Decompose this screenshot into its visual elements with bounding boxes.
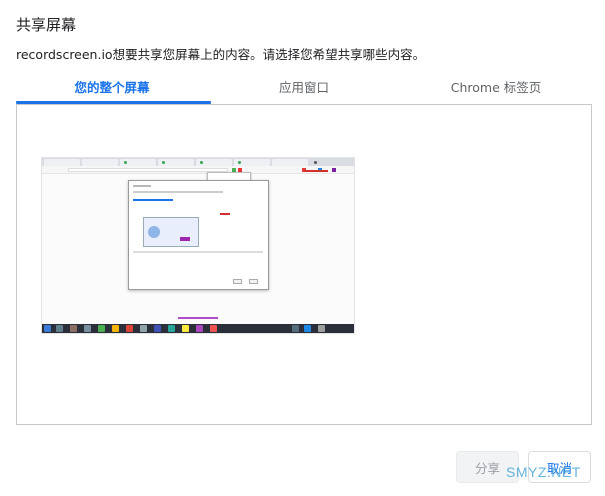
thumb-favicon — [124, 161, 127, 164]
thumb-tab — [272, 159, 308, 166]
screen-thumbnail[interactable] — [41, 157, 355, 334]
tab-application-window[interactable]: 应用窗口 — [208, 76, 400, 104]
thumb-taskbar-icon — [98, 325, 105, 332]
thumb-mini-button — [233, 279, 242, 284]
thumb-share-dialog — [128, 180, 269, 290]
thumb-taskbar-icon — [84, 325, 91, 332]
thumb-taskbar-icon — [182, 325, 189, 332]
thumb-tray-icon — [304, 325, 311, 332]
thumb-red-mark — [220, 213, 230, 215]
thumb-avatar — [148, 226, 160, 238]
dialog-title: 共享屏幕 — [16, 16, 77, 34]
tab-entire-screen[interactable]: 您的整个屏幕 — [16, 76, 208, 104]
thumb-taskbar-icon — [56, 325, 63, 332]
thumb-favicon — [314, 161, 317, 164]
source-list-panel — [16, 104, 592, 425]
thumb-taskbar-icon — [210, 325, 217, 332]
thumb-tab — [82, 159, 118, 166]
thumb-tray-icon — [292, 325, 299, 332]
thumb-tab — [44, 159, 80, 166]
thumb-tab-indicator — [133, 199, 173, 201]
thumb-taskbar-icon — [70, 325, 77, 332]
thumb-taskbar — [42, 324, 354, 333]
thumb-taskbar-icon — [154, 325, 161, 332]
share-screen-dialog: 共享屏幕 recordscreen.io想要共享您屏幕上的内容。请选择您希望共享… — [0, 0, 605, 496]
thumb-text-line — [133, 251, 263, 253]
thumb-red-mark — [304, 170, 328, 172]
thumb-text-line — [133, 185, 151, 187]
watermark-logo: SMYZ.NET — [506, 464, 581, 480]
thumb-favicon — [238, 161, 241, 164]
thumb-favicon — [162, 161, 165, 164]
thumb-text-line — [133, 191, 223, 193]
thumb-taskbar-icon — [126, 325, 133, 332]
thumb-extension-icon — [332, 168, 336, 172]
thumb-start-icon — [44, 325, 51, 332]
thumb-mini-button — [249, 279, 258, 284]
thumb-taskbar-icon — [196, 325, 203, 332]
thumb-nested-window — [143, 217, 199, 247]
thumb-browser-tabstrip — [42, 158, 354, 166]
source-tabs: 您的整个屏幕 应用窗口 Chrome 标签页 — [16, 76, 592, 104]
thumb-taskbar-icon — [140, 325, 147, 332]
thumb-favicon — [200, 161, 203, 164]
thumb-purple-button — [180, 237, 190, 241]
thumb-taskbar-icon — [112, 325, 119, 332]
dialog-subtitle: recordscreen.io想要共享您屏幕上的内容。请选择您希望共享哪些内容。 — [16, 47, 426, 62]
thumb-tray-icon — [318, 325, 325, 332]
thumb-magenta-text — [178, 317, 218, 319]
thumb-taskbar-icon — [168, 325, 175, 332]
thumb-url-field — [68, 168, 228, 172]
tab-chrome-tab[interactable]: Chrome 标签页 — [400, 76, 592, 104]
